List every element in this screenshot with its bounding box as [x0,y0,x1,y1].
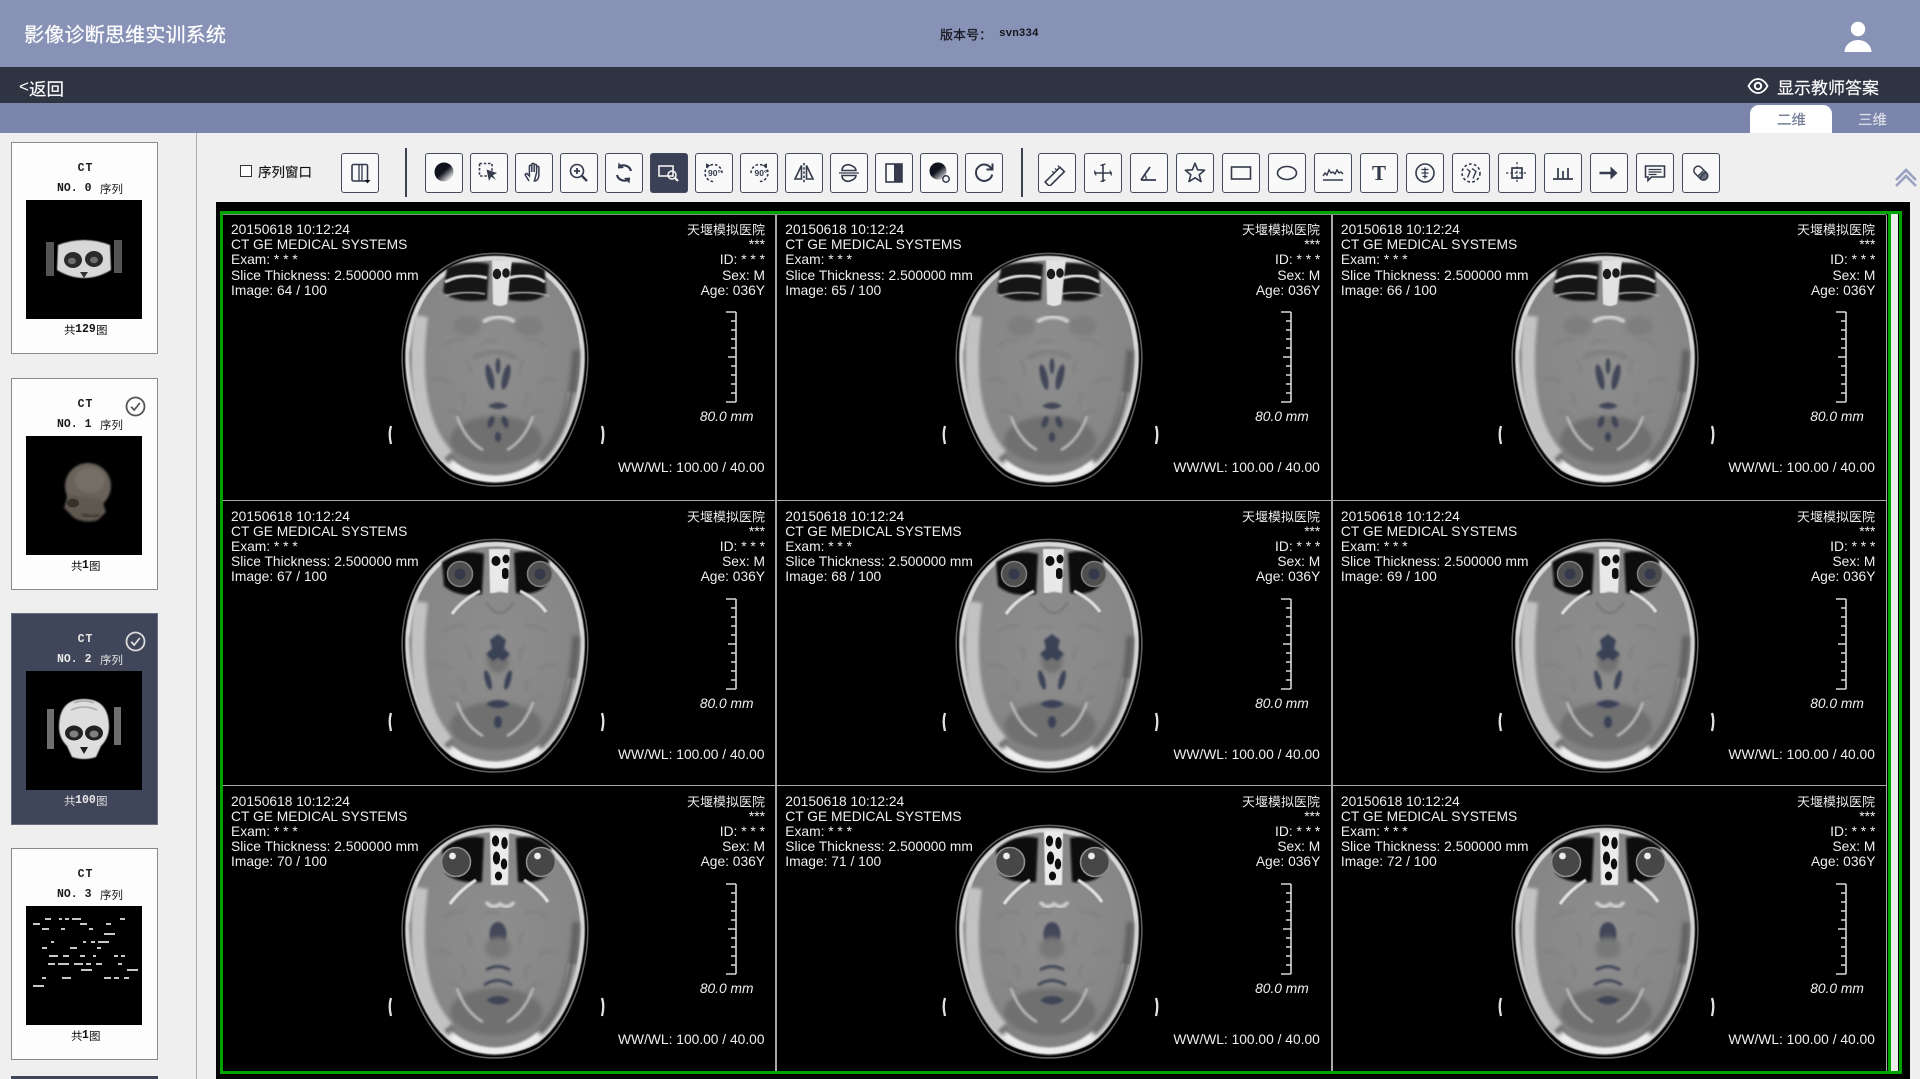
svg-text:90°: 90° [708,168,721,178]
svg-text:T: T [1372,161,1386,185]
svg-text:90°: 90° [755,168,768,178]
